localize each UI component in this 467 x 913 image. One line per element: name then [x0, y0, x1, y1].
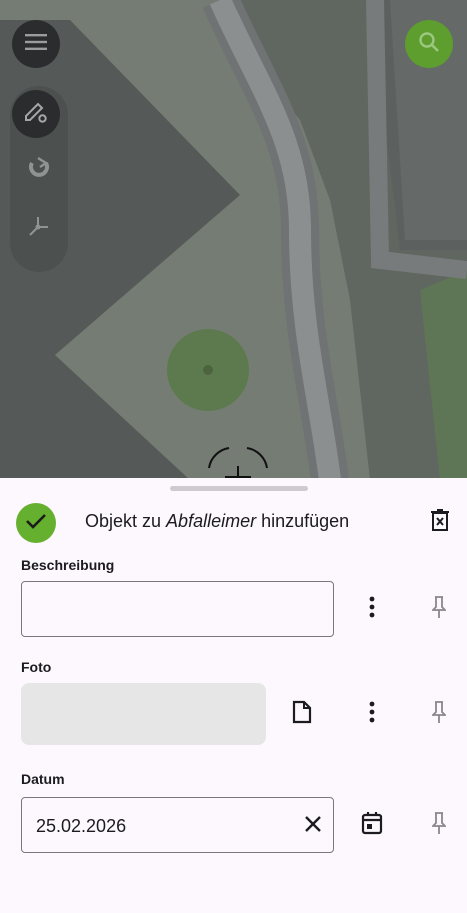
- search-icon: [418, 31, 440, 58]
- more-vert-icon: [369, 701, 375, 728]
- photo-pin-button[interactable]: [425, 700, 453, 728]
- date-value: 25.02.2026: [36, 816, 127, 836]
- search-button[interactable]: [405, 20, 453, 68]
- edit-settings-icon: [23, 99, 49, 130]
- description-input[interactable]: [21, 581, 334, 637]
- date-pin-button[interactable]: [425, 811, 453, 839]
- photo-more-button[interactable]: [358, 700, 386, 728]
- date-input[interactable]: 25.02.2026: [21, 797, 334, 853]
- drag-handle[interactable]: [170, 486, 308, 491]
- crosshair-icon: [203, 444, 273, 480]
- menu-button[interactable]: [12, 20, 60, 68]
- clear-date-button[interactable]: [303, 814, 323, 839]
- feature-form-sheet: Objekt zu Abfalleimer hinzufügen Beschre…: [0, 478, 467, 913]
- calendar-icon: [360, 811, 384, 840]
- photo-preview[interactable]: [21, 683, 266, 745]
- pin-icon: [430, 811, 448, 840]
- map-canvas[interactable]: [0, 0, 467, 480]
- title-prefix: Objekt zu: [85, 511, 167, 531]
- check-icon: [25, 512, 47, 535]
- close-icon: [303, 816, 323, 838]
- edit-tools-button[interactable]: [12, 90, 60, 138]
- vertex-icon: [26, 213, 52, 244]
- date-label: Datum: [21, 771, 65, 787]
- form-title: Objekt zu Abfalleimer hinzufügen: [85, 511, 349, 532]
- title-layer-name: Abfalleimer: [166, 511, 257, 531]
- map-features: [0, 0, 467, 480]
- magnet-icon: [26, 155, 52, 186]
- pin-icon: [430, 700, 448, 729]
- delete-box-icon: [430, 508, 450, 536]
- date-picker-button[interactable]: [358, 811, 386, 839]
- pin-icon: [430, 595, 448, 624]
- snap-button[interactable]: [17, 148, 61, 192]
- photo-file-button[interactable]: [288, 700, 316, 728]
- description-pin-button[interactable]: [425, 595, 453, 623]
- photo-label: Foto: [21, 659, 52, 675]
- confirm-button[interactable]: [16, 503, 56, 543]
- delete-button[interactable]: [427, 508, 453, 536]
- description-more-button[interactable]: [358, 595, 386, 623]
- vertex-button[interactable]: [17, 206, 61, 250]
- file-icon: [292, 700, 312, 729]
- title-suffix: hinzufügen: [256, 511, 350, 531]
- description-label: Beschreibung: [21, 557, 115, 573]
- menu-icon: [25, 33, 47, 55]
- more-vert-icon: [369, 596, 375, 623]
